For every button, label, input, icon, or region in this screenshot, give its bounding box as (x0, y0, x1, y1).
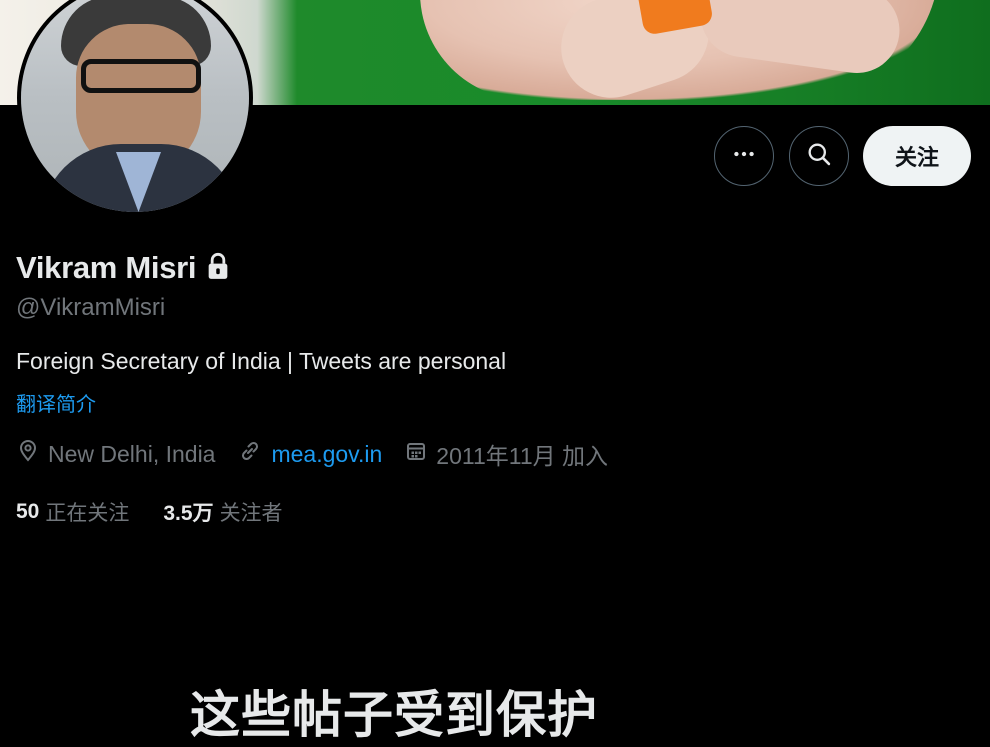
profile-bio: Foreign Secretary of India | Tweets are … (16, 348, 507, 374)
lock-icon (206, 252, 230, 285)
followers-label: 关注者 (219, 502, 283, 525)
followers-link[interactable]: 3.5万 关注者 (163, 497, 282, 527)
following-label: 正在关注 (45, 502, 130, 525)
website-item: mea.gov.in (237, 439, 382, 469)
location-item: New Delhi, India (16, 439, 215, 469)
translate-bio-link[interactable]: 翻译简介 (16, 388, 96, 417)
website-link[interactable]: mea.gov.in (271, 441, 382, 468)
location-icon (16, 439, 40, 469)
calendar-icon (404, 439, 428, 469)
location-text: New Delhi, India (48, 440, 216, 467)
following-count: 50 (16, 500, 40, 523)
name-row: Vikram Misri (16, 250, 230, 286)
joined-item: 2011年11月 加入 (404, 437, 608, 471)
follow-button[interactable]: 关注 (863, 126, 971, 186)
search-icon (805, 140, 833, 173)
followers-count: 3.5万 (163, 502, 214, 525)
profile-name: Vikram Misri (16, 250, 197, 285)
more-options-button[interactable] (714, 126, 774, 186)
joined-text: 2011年11月 加入 (436, 443, 609, 469)
profile-meta: New Delhi, India mea.gov.in 2011年11月 加入 (16, 437, 630, 471)
link-icon (237, 439, 263, 469)
profile-avatar[interactable] (17, 0, 253, 216)
avatar-glasses (81, 59, 201, 93)
profile-handle: @VikramMisri (16, 294, 166, 321)
profile-stats: 50 正在关注 3.5万 关注者 (16, 497, 317, 527)
search-profile-button[interactable] (789, 126, 849, 186)
protected-posts-title: 这些帖子受到保护 (190, 687, 598, 743)
more-icon (731, 141, 757, 172)
following-link[interactable]: 50 正在关注 (16, 497, 129, 527)
